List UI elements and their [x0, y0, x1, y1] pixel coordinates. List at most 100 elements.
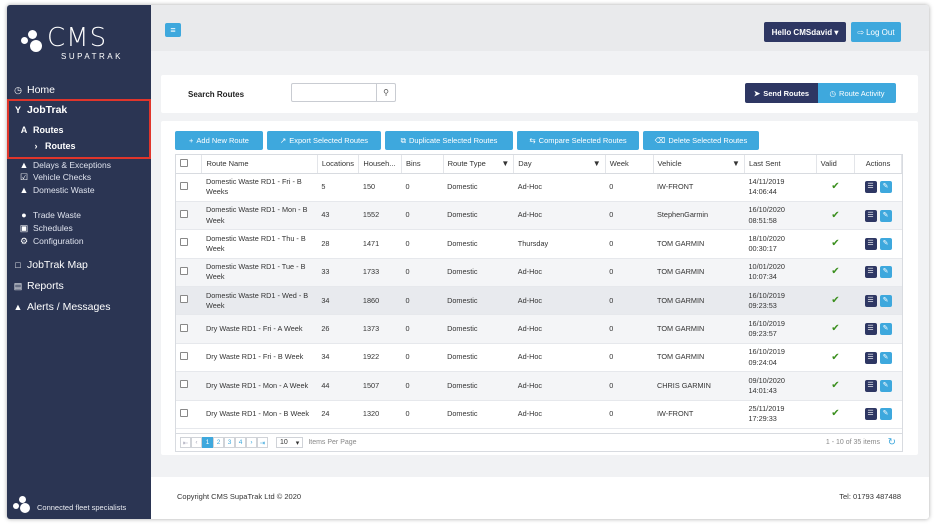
row-checkbox[interactable] [180, 209, 188, 218]
select-all-checkbox[interactable] [180, 158, 188, 167]
next-page-button[interactable]: › [246, 437, 257, 448]
select-cell[interactable] [176, 173, 202, 202]
edit-route-button[interactable]: ✎ [879, 181, 892, 194]
view-details-button[interactable]: ☰ [864, 351, 877, 364]
route-activity-button[interactable]: ◷ Route Activity [818, 83, 896, 103]
table-row[interactable]: Dry Waste RD1 - Fri - A Week 26 1373 0 Domes… [176, 314, 902, 344]
sidebar-item-alerts[interactable]: ▲ Alerts / Messages [13, 301, 111, 313]
table-row[interactable]: Domestic Waste RD1 - Wed - B Week 34 1860 0… [176, 286, 902, 316]
last-sent-cell: 18/10/2020 00:30:17 [744, 229, 817, 259]
select-cell[interactable] [176, 314, 202, 344]
sidebar-item-routes-group[interactable]: A Routes [19, 125, 64, 135]
sidebar-item-vehicle-checks[interactable]: ☑ Vehicle Checks [19, 172, 91, 183]
send-routes-button[interactable]: ➤ Send Routes [745, 83, 818, 103]
row-checkbox[interactable] [180, 295, 188, 304]
logout-button[interactable]: ⇨ Log Out [851, 22, 901, 42]
select-cell[interactable] [176, 286, 202, 316]
table-row[interactable]: Domestic Waste RD1 - Mon - B Week 43 1552 0… [176, 201, 902, 231]
last-sent-cell: 16/10/2019 09:23:53 [744, 286, 817, 316]
column-header-route-type[interactable]: Route Type ▼ [443, 155, 515, 174]
sidebar-item-reports[interactable]: ▤ Reports [13, 280, 64, 292]
sidebar-item-schedules[interactable]: ▣ Schedules [19, 223, 73, 234]
select-cell[interactable] [176, 400, 202, 430]
page-button[interactable]: 3 [224, 437, 235, 448]
view-details-button[interactable]: ☰ [864, 294, 877, 307]
select-cell[interactable] [176, 371, 202, 401]
column-header[interactable]: Househ... [358, 155, 403, 174]
filter-icon[interactable]: ▼ [501, 159, 509, 168]
sidebar-item-jobtrak-map[interactable]: □ JobTrak Map [13, 259, 88, 271]
edit-route-button[interactable]: ✎ [879, 408, 892, 421]
view-details-button[interactable]: ☰ [864, 266, 877, 279]
select-cell[interactable] [176, 258, 202, 288]
sidebar-item-trade-waste[interactable]: ● Trade Waste [19, 210, 81, 220]
edit-route-button[interactable]: ✎ [879, 379, 892, 392]
view-details-button[interactable]: ☰ [864, 408, 877, 421]
column-header-day[interactable]: Day ▼ [513, 155, 606, 174]
select-cell[interactable] [176, 229, 202, 259]
select-cell[interactable] [176, 201, 202, 231]
column-header[interactable]: Week [605, 155, 654, 174]
delete-routes-button[interactable]: ⌫ Delete Selected Routes [643, 131, 759, 150]
table-row[interactable]: Dry Waste RD1 - Mon - A Week 44 1507 0 Domes… [176, 371, 902, 401]
edit-route-button[interactable]: ✎ [879, 237, 892, 250]
search-input[interactable] [291, 83, 377, 102]
duplicate-routes-button[interactable]: ⧉ Duplicate Selected Routes [385, 131, 513, 150]
select-all-cell[interactable] [176, 155, 203, 174]
view-details-button[interactable]: ☰ [864, 323, 877, 336]
page-button[interactable]: 4 [235, 437, 246, 448]
edit-route-button[interactable]: ✎ [879, 351, 892, 364]
edit-route-button[interactable]: ✎ [879, 266, 892, 279]
cms-logo[interactable]: CMS SUPATRAK [21, 21, 141, 63]
row-checkbox[interactable] [180, 408, 188, 417]
page-button[interactable]: 1 [202, 437, 213, 448]
row-checkbox[interactable] [180, 266, 188, 275]
row-checkbox[interactable] [180, 323, 188, 332]
refresh-icon[interactable]: ↻ [888, 437, 896, 448]
search-button[interactable]: ⚲ [377, 83, 396, 102]
sidebar-item-routes[interactable]: › Routes [31, 141, 76, 151]
row-checkbox[interactable] [180, 351, 188, 360]
add-route-button[interactable]: + Add New Route [175, 131, 263, 150]
sidebar-item-configuration[interactable]: ⚙ Configuration [19, 236, 84, 247]
view-details-button[interactable]: ☰ [864, 237, 877, 250]
filter-icon[interactable]: ▼ [732, 159, 740, 168]
column-header[interactable]: Valid [816, 155, 856, 174]
table-row[interactable]: Dry Waste RD1 - Mon - B Week 24 1320 0 Domes… [176, 400, 902, 430]
view-details-button[interactable]: ☰ [864, 181, 877, 194]
last-page-button[interactable]: ⇥ [257, 437, 268, 448]
sidebar-item-jobtrak[interactable]: Y JobTrak [13, 104, 67, 116]
user-menu-button[interactable]: Hello CMSdavid ▾ [764, 22, 846, 42]
menu-toggle-button[interactable]: ≡ [165, 23, 181, 37]
table-row[interactable]: Domestic Waste RD1 - Thu - B Week 28 1471 0… [176, 229, 902, 259]
table-row[interactable]: Domestic Waste RD1 - Fri - B Weeks 5 150 0 D… [176, 173, 902, 202]
page-button[interactable]: 2 [213, 437, 224, 448]
sidebar-item-delays[interactable]: ▲ Delays & Exceptions [19, 160, 111, 170]
compare-routes-button[interactable]: ⇆ Compare Selected Routes [517, 131, 639, 150]
view-details-button[interactable]: ☰ [864, 379, 877, 392]
sidebar-item-domestic-waste[interactable]: ▲ Domestic Waste [19, 185, 95, 195]
column-header-vehicle[interactable]: Vehicle ▼ [653, 155, 745, 174]
column-header[interactable]: Actions [854, 155, 902, 174]
table-row[interactable]: Dry Waste RD1 - Fri - B Week 34 1922 0 Domes… [176, 343, 902, 373]
select-cell[interactable] [176, 343, 202, 373]
view-details-button[interactable]: ☰ [864, 209, 877, 222]
column-header[interactable]: Last Sent [744, 155, 817, 174]
edit-route-button[interactable]: ✎ [879, 209, 892, 222]
row-checkbox[interactable] [180, 238, 188, 247]
column-header[interactable]: Locations [317, 155, 360, 174]
table-row[interactable]: Domestic Waste RD1 - Tue - B Week 33 1733 0… [176, 258, 902, 288]
sidebar-item-home[interactable]: ◷ Home [13, 84, 55, 96]
first-page-button[interactable]: ⇤ [180, 437, 191, 448]
top-bar: ≡ Hello CMSdavid ▾ ⇨ Log Out [151, 5, 929, 51]
column-header[interactable]: Bins [401, 155, 444, 174]
column-header[interactable]: Route Name [201, 155, 318, 174]
export-routes-button[interactable]: ↗ Export Selected Routes [267, 131, 381, 150]
prev-page-button[interactable]: ‹ [191, 437, 202, 448]
row-checkbox[interactable] [180, 181, 188, 190]
edit-route-button[interactable]: ✎ [879, 323, 892, 336]
filter-icon[interactable]: ▼ [593, 159, 601, 168]
per-page-select[interactable]: 10 ▾ [276, 437, 304, 448]
row-checkbox[interactable] [180, 380, 188, 389]
edit-route-button[interactable]: ✎ [879, 294, 892, 307]
